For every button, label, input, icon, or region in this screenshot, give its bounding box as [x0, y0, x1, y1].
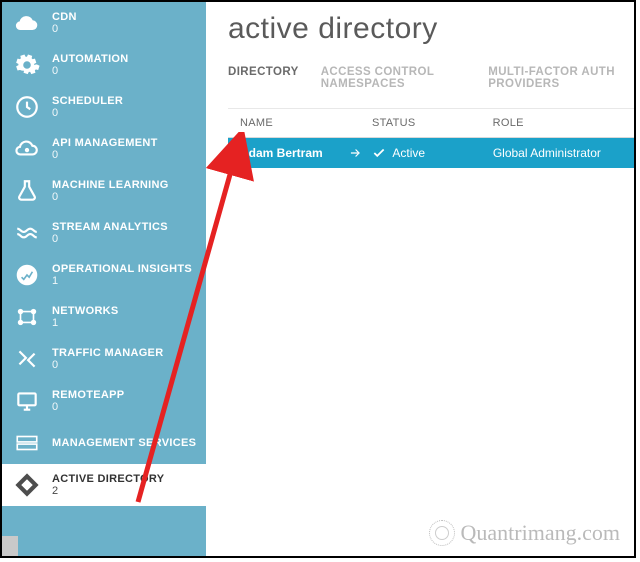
remote-icon	[12, 386, 42, 416]
page-title: active directory	[228, 12, 634, 46]
sidebar-item-operational-insights[interactable]: OPERATIONAL INSIGHTS 1	[2, 254, 206, 296]
traffic-icon	[12, 344, 42, 374]
sidebar-item-count: 0	[52, 191, 169, 203]
sidebar-item-count: 0	[52, 65, 129, 77]
sidebar-item-count: 1	[52, 275, 192, 287]
sidebar-item-label: API MANAGEMENT	[52, 137, 158, 149]
check-icon	[372, 146, 386, 160]
sidebar-item-label: REMOTEAPP	[52, 389, 124, 401]
sidebar-item-stream-analytics[interactable]: STREAM ANALYTICS 0	[2, 212, 206, 254]
sidebar-item-label: ACTIVE DIRECTORY	[52, 473, 164, 485]
stream-icon	[12, 218, 42, 248]
sidebar-item-count: 0	[52, 359, 163, 371]
arrow-right-icon	[348, 146, 362, 160]
insights-icon	[12, 260, 42, 290]
gear-icon	[12, 50, 42, 80]
sidebar-item-count: 2	[52, 485, 164, 497]
sidebar-item-scheduler[interactable]: SCHEDULER 0	[2, 86, 206, 128]
sidebar-item-count: 0	[52, 107, 123, 119]
sidebar-item-count: 0	[52, 149, 158, 161]
column-name[interactable]: NAME	[240, 117, 372, 129]
table-row[interactable]: Adam Bertram Active Global Administrator	[228, 138, 634, 168]
sidebar-item-networks[interactable]: NETWORKS 1	[2, 296, 206, 338]
sidebar-item-management-services[interactable]: MANAGEMENT SERVICES	[2, 422, 206, 464]
sidebar-item-active-directory[interactable]: ACTIVE DIRECTORY 2	[2, 464, 206, 506]
tab-access-control[interactable]: ACCESS CONTROL NAMESPACES	[321, 66, 467, 94]
sidebar-item-traffic-manager[interactable]: TRAFFIC MANAGER 0	[2, 338, 206, 380]
sidebar-item-automation[interactable]: AUTOMATION 0	[2, 44, 206, 86]
sidebar-item-label: SCHEDULER	[52, 95, 123, 107]
network-icon	[12, 302, 42, 332]
cloud-icon	[12, 8, 42, 38]
flask-icon	[12, 176, 42, 206]
sidebar-item-cdn[interactable]: CDN 0	[2, 2, 206, 44]
column-role[interactable]: ROLE	[493, 117, 634, 129]
main-content: active directory DIRECTORY ACCESS CONTRO…	[206, 2, 634, 556]
sidebar-item-label: NETWORKS	[52, 305, 119, 317]
tab-bar: DIRECTORY ACCESS CONTROL NAMESPACES MULT…	[228, 66, 634, 94]
sidebar-item-count: 0	[52, 23, 77, 35]
column-status[interactable]: STATUS	[372, 117, 493, 129]
sidebar-item-machine-learning[interactable]: MACHINE LEARNING 0	[2, 170, 206, 212]
sidebar-item-api-management[interactable]: API MANAGEMENT 0	[2, 128, 206, 170]
active-directory-icon	[12, 470, 42, 500]
sidebar-item-count: 0	[52, 233, 168, 245]
sidebar-item-label: MANAGEMENT SERVICES	[52, 437, 196, 449]
row-role: Global Administrator	[493, 146, 634, 160]
tab-directory[interactable]: DIRECTORY	[228, 66, 299, 94]
tab-mfa-providers[interactable]: MULTI-FACTOR AUTH PROVIDERS	[488, 66, 634, 94]
sidebar-item-count: 1	[52, 317, 119, 329]
sidebar-item-label: STREAM ANALYTICS	[52, 221, 168, 233]
services-icon	[12, 428, 42, 458]
sidebar-item-count: 0	[52, 401, 124, 413]
sidebar: CDN 0 AUTOMATION 0 SCHEDULER 0	[2, 2, 206, 556]
sidebar-item-label: AUTOMATION	[52, 53, 129, 65]
table-header: NAME STATUS ROLE	[228, 108, 634, 138]
sidebar-item-remoteapp[interactable]: REMOTEAPP 0	[2, 380, 206, 422]
sidebar-item-label: MACHINE LEARNING	[52, 179, 169, 191]
sidebar-item-label: OPERATIONAL INSIGHTS	[52, 263, 192, 275]
sidebar-item-label: CDN	[52, 11, 77, 23]
row-status: Active	[392, 146, 425, 160]
clock-icon	[12, 92, 42, 122]
cloud-api-icon	[12, 134, 42, 164]
row-name: Adam Bertram	[240, 146, 323, 160]
sidebar-item-label: TRAFFIC MANAGER	[52, 347, 163, 359]
scrollbar-hint	[2, 536, 18, 556]
